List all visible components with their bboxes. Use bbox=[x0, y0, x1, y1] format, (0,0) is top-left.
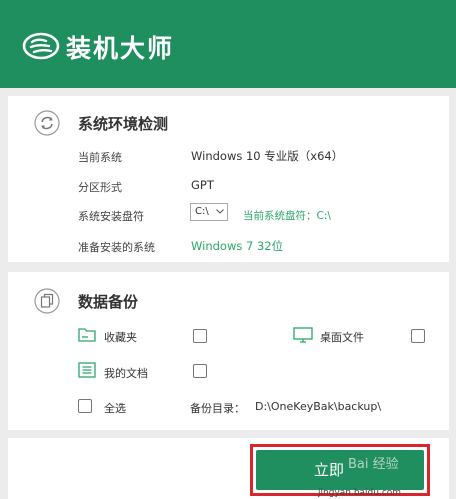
start-install-label: 立即 bbox=[314, 461, 345, 479]
install-drive-select[interactable]: C:\ bbox=[190, 203, 228, 221]
select-all-checkbox[interactable] bbox=[78, 399, 92, 413]
my-documents-label: 我的文档 bbox=[104, 367, 148, 380]
select-all-label: 全选 bbox=[104, 402, 126, 415]
app-title: 装机大师 bbox=[66, 34, 175, 63]
logo-icon bbox=[22, 32, 60, 60]
watermark-url: jingyan.baidu.com bbox=[318, 488, 402, 498]
backup-section-title: 数据备份 bbox=[78, 293, 139, 311]
target-system-label: 准备安装的系统 bbox=[78, 241, 155, 254]
favorites-label: 收藏夹 bbox=[104, 331, 137, 344]
partition-label: 分区形式 bbox=[78, 181, 122, 194]
backup-dir-value[interactable]: D:\OneKeyBak\backup\ bbox=[255, 400, 381, 413]
refresh-icon bbox=[34, 110, 60, 136]
data-backup-panel: 数据备份 收藏夹 桌面文件 我的文档 全选 备份目录： D:\OneKeyBak… bbox=[8, 272, 449, 430]
my-documents-checkbox[interactable] bbox=[193, 364, 207, 378]
app-header: 装机大师 bbox=[0, 0, 456, 88]
monitor-icon bbox=[293, 327, 313, 343]
backup-dir-label: 备份目录： bbox=[190, 402, 245, 415]
install-drive-value: C:\ bbox=[195, 206, 209, 217]
target-system-value: Windows 7 32位 bbox=[191, 239, 284, 253]
favorites-checkbox[interactable] bbox=[193, 329, 207, 343]
current-system-value: Windows 10 专业版（x64） bbox=[191, 149, 344, 163]
install-drive-label: 系统安装盘符 bbox=[78, 210, 144, 223]
desktop-files-label: 桌面文件 bbox=[320, 331, 364, 344]
desktop-files-checkbox[interactable] bbox=[411, 329, 425, 343]
copy-icon bbox=[34, 288, 60, 314]
current-drive-note: 当前系统盘符：C:\ bbox=[243, 210, 331, 222]
folder-icon bbox=[78, 328, 96, 342]
env-check-panel: 系统环境检测 当前系统 Windows 10 专业版（x64） 分区形式 GPT… bbox=[8, 96, 449, 262]
partition-value: GPT bbox=[191, 178, 214, 192]
chevron-down-icon bbox=[216, 209, 224, 214]
current-system-label: 当前系统 bbox=[78, 151, 122, 164]
watermark-text: Bai 经验 bbox=[348, 457, 399, 472]
env-section-title: 系统环境检测 bbox=[78, 115, 169, 133]
document-icon bbox=[78, 362, 96, 378]
footer-panel: 立即 Bai 经验 jingyan.baidu.com bbox=[8, 438, 449, 499]
